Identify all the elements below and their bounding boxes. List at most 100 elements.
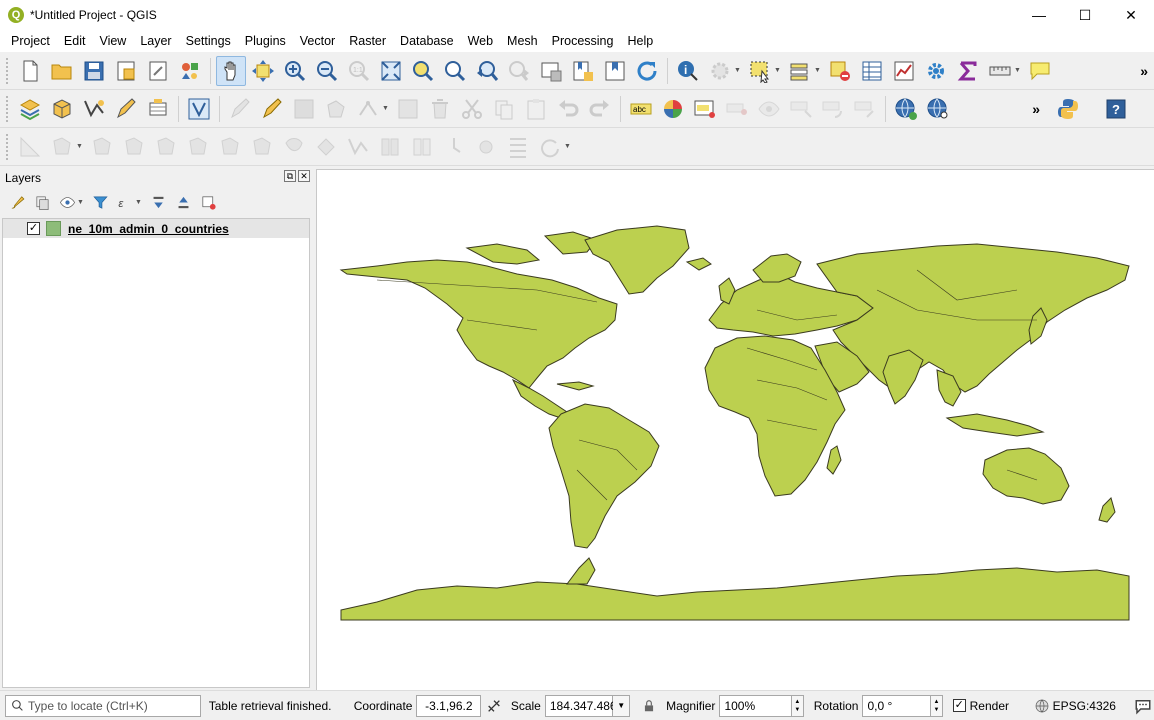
toggle-extents-icon[interactable]: [485, 697, 503, 715]
open-attribute-table-button[interactable]: [857, 56, 887, 86]
diagram-options-button[interactable]: [658, 94, 688, 124]
spin-up-icon[interactable]: ▲: [794, 698, 800, 706]
pan-map-button[interactable]: [216, 55, 246, 86]
menu-view[interactable]: View: [92, 34, 133, 48]
render-checkbox[interactable]: ✓: [952, 699, 966, 712]
statistical-summary-button[interactable]: [889, 56, 919, 86]
toolbar-grip[interactable]: [6, 133, 10, 160]
menu-settings[interactable]: Settings: [179, 34, 238, 48]
chevron-down-icon[interactable]: ▼: [734, 67, 742, 74]
delete-part-button[interactable]: [183, 132, 213, 162]
spin-up-icon[interactable]: ▲: [934, 698, 940, 706]
reshape-features-button[interactable]: [215, 132, 245, 162]
pan-to-selection-button[interactable]: [248, 56, 278, 86]
undo-button[interactable]: [553, 94, 583, 124]
magnifier-spinner[interactable]: ▲ ▼: [792, 694, 804, 717]
add-part-button[interactable]: [151, 132, 181, 162]
remove-layer-button[interactable]: [197, 191, 219, 213]
cut-features-button[interactable]: [457, 94, 487, 124]
field-calculator-button[interactable]: [953, 56, 983, 86]
zoom-out-button[interactable]: [312, 56, 342, 86]
split-parts-button[interactable]: [343, 132, 373, 162]
new-project-button[interactable]: [15, 56, 45, 86]
zoom-to-selection-button[interactable]: [408, 56, 438, 86]
offset-point-symbol-button[interactable]: [471, 132, 501, 162]
highlight-pinned-labels-button[interactable]: [690, 94, 720, 124]
maximize-button[interactable]: ☐: [1062, 0, 1108, 30]
chevron-down-icon[interactable]: ▼: [564, 143, 572, 150]
new-temporary-layer-button[interactable]: [111, 94, 141, 124]
run-action-button[interactable]: [705, 56, 735, 86]
label-toolbar-button[interactable]: abc: [626, 94, 656, 124]
chevron-down-icon[interactable]: ▼: [814, 67, 822, 74]
scale-dropdown-button[interactable]: ▼: [612, 694, 631, 717]
zoom-next-button[interactable]: [504, 56, 534, 86]
float-panel-button[interactable]: ⧉: [284, 170, 296, 182]
menu-database[interactable]: Database: [393, 34, 461, 48]
measure-line-button[interactable]: [985, 56, 1015, 86]
show-hide-labels-button[interactable]: [754, 94, 784, 124]
merge-features-button[interactable]: [375, 132, 405, 162]
menu-vector[interactable]: Vector: [293, 34, 342, 48]
manage-map-themes-button[interactable]: [56, 191, 78, 213]
chevron-down-icon[interactable]: ▼: [1014, 67, 1022, 74]
chevron-down-icon[interactable]: ▼: [774, 67, 782, 74]
layout-manager-button[interactable]: [143, 56, 173, 86]
current-edits-button[interactable]: [225, 94, 255, 124]
digitizing-toggle-button[interactable]: [184, 94, 214, 124]
toolbar-overflow-button[interactable]: »: [1140, 63, 1148, 79]
refresh-button[interactable]: [632, 56, 662, 86]
help-button[interactable]: ?: [1101, 94, 1131, 124]
open-layer-styling-button[interactable]: [6, 191, 28, 213]
new-bookmark-button[interactable]: [568, 56, 598, 86]
messages-icon[interactable]: [1134, 697, 1152, 715]
close-panel-button[interactable]: ✕: [298, 170, 310, 182]
filter-by-expression-button[interactable]: ε: [114, 191, 136, 213]
advanced-digitizing-button[interactable]: [15, 132, 45, 162]
layer-visibility-checkbox[interactable]: ✓: [27, 222, 40, 235]
zoom-full-button[interactable]: [376, 56, 406, 86]
merge-attributes-button[interactable]: [407, 132, 437, 162]
add-ring-button[interactable]: [47, 132, 77, 162]
fill-ring-button[interactable]: [87, 132, 117, 162]
trim-extend-button[interactable]: [503, 132, 533, 162]
reverse-line-button[interactable]: [535, 132, 565, 162]
map-canvas[interactable]: [316, 169, 1154, 690]
new-print-layout-button[interactable]: [111, 56, 141, 86]
select-by-value-button[interactable]: [785, 56, 815, 86]
coordinate-field[interactable]: -3.1,96.2: [416, 694, 482, 717]
locator-input[interactable]: [28, 698, 198, 713]
paste-features-button[interactable]: [521, 94, 551, 124]
crs-label[interactable]: EPSG:4326: [1053, 699, 1116, 713]
close-button[interactable]: ✕: [1108, 0, 1154, 30]
menu-processing[interactable]: Processing: [545, 34, 621, 48]
toolbar-grip[interactable]: [6, 95, 10, 122]
new-map-view-button[interactable]: [536, 56, 566, 86]
add-feature-button[interactable]: [321, 94, 351, 124]
map-tips-button[interactable]: [1025, 56, 1055, 86]
modify-attributes-button[interactable]: [393, 94, 423, 124]
zoom-in-button[interactable]: [280, 56, 310, 86]
toggle-editing-button[interactable]: [257, 94, 287, 124]
save-edits-button[interactable]: [289, 94, 319, 124]
change-label-button[interactable]: [850, 94, 880, 124]
delete-ring-button[interactable]: [119, 132, 149, 162]
magnifier-field[interactable]: 100%: [719, 694, 793, 717]
chevron-down-icon[interactable]: ▼: [382, 105, 390, 112]
zoom-native-button[interactable]: 1:1: [344, 56, 374, 86]
new-virtual-layer-button[interactable]: [143, 94, 173, 124]
rotate-symbols-button[interactable]: [439, 132, 469, 162]
new-shapefile-layer-button[interactable]: [79, 94, 109, 124]
rotate-label-button[interactable]: [818, 94, 848, 124]
collapse-all-button[interactable]: [172, 191, 194, 213]
filter-legend-button[interactable]: [89, 191, 111, 213]
add-group-button[interactable]: [31, 191, 53, 213]
toolbar-grip[interactable]: [6, 57, 10, 84]
crs-globe-icon[interactable]: [1033, 697, 1051, 715]
redo-button[interactable]: [585, 94, 615, 124]
menu-plugins[interactable]: Plugins: [238, 34, 293, 48]
simplify-feature-button[interactable]: [279, 132, 309, 162]
new-geopackage-layer-button[interactable]: [47, 94, 77, 124]
delete-selected-button[interactable]: [425, 94, 455, 124]
menu-mesh[interactable]: Mesh: [500, 34, 545, 48]
